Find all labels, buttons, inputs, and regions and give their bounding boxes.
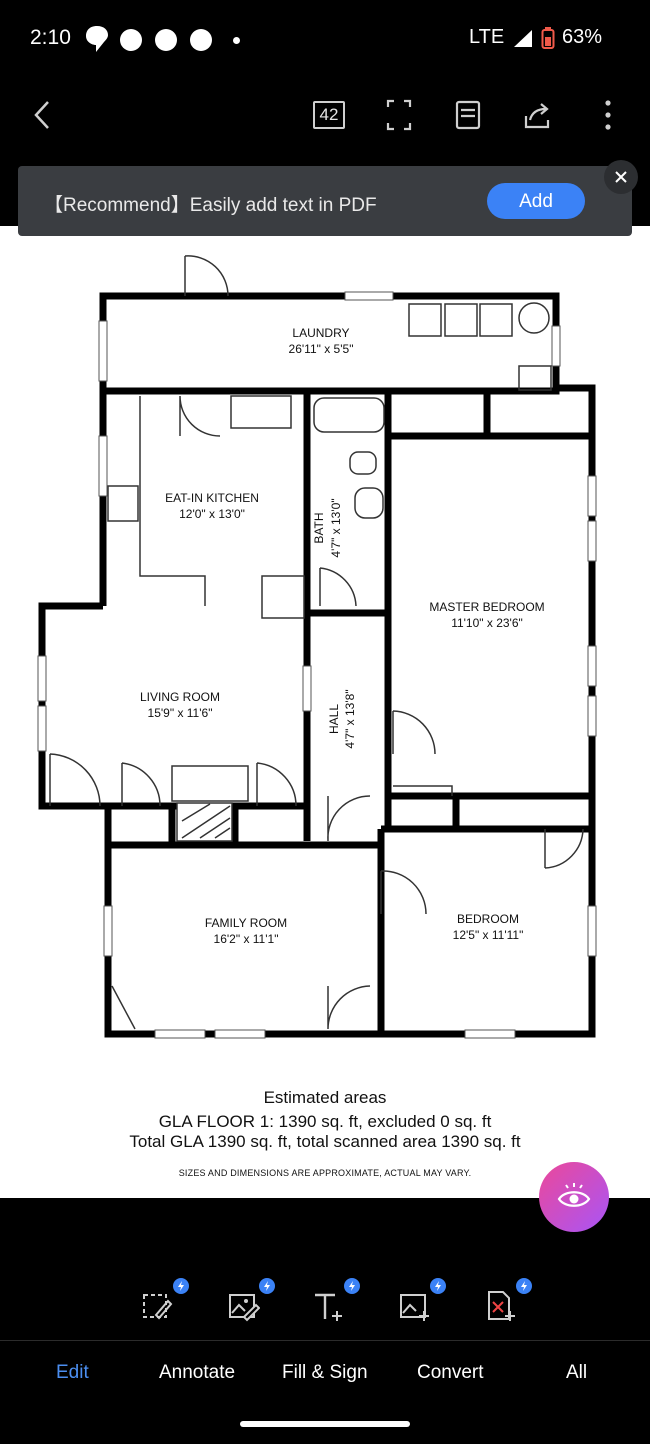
room-dims: 12'0" x 13'0" — [179, 507, 245, 521]
text-add-icon — [315, 1293, 342, 1321]
edit-image-tool[interactable] — [223, 1278, 275, 1326]
more-notifications-icon — [233, 37, 240, 44]
tab-annotate[interactable]: Annotate — [159, 1362, 235, 1384]
recommend-banner: 【Recommend】Easily add text in PDF Add — [18, 166, 632, 236]
back-button[interactable] — [22, 95, 62, 135]
room-name: BATH — [312, 512, 326, 543]
document-add-icon — [488, 1291, 515, 1321]
room-dims: 11'10" x 23'6" — [451, 616, 523, 630]
floor-plan: LAUNDRY 26'11" x 5'5" EAT-IN KITCHEN 12'… — [37, 255, 597, 1039]
add-image-tool[interactable] — [394, 1278, 446, 1326]
bolt-icon — [344, 1278, 360, 1294]
ai-assistant-button[interactable] — [539, 1162, 609, 1232]
notification-dot-icon — [120, 29, 142, 51]
room-name: HALL — [327, 704, 341, 734]
room-name: MASTER BEDROOM — [429, 600, 544, 614]
eye-sparkle-icon — [557, 1183, 591, 1207]
room-name: EAT-IN KITCHEN — [165, 491, 259, 505]
image-edit-icon — [229, 1294, 260, 1322]
room-dims: 26'11" x 5'5" — [289, 342, 354, 356]
more-vertical-icon — [605, 100, 611, 130]
room-dims: 4'7" x 13'8" — [343, 689, 357, 748]
bolt-icon — [173, 1278, 189, 1294]
document-view-icon — [455, 100, 481, 130]
tab-all[interactable]: All — [566, 1362, 587, 1384]
fit-page-button[interactable] — [379, 95, 419, 135]
page-count-label: 42 — [313, 101, 345, 129]
image-add-icon — [400, 1294, 429, 1321]
page-layout-button[interactable] — [448, 95, 488, 135]
tab-edit[interactable]: Edit — [56, 1362, 89, 1384]
bolt-icon — [430, 1278, 446, 1294]
room-dims: 12'5" x 11'11" — [453, 928, 524, 942]
room-dims: 4'7" x 13'0" — [329, 498, 343, 557]
notification-dot-icon — [155, 29, 177, 51]
pdf-page[interactable]: LAUNDRY 26'11" x 5'5" EAT-IN KITCHEN 12'… — [0, 226, 650, 1198]
room-name: BEDROOM — [457, 912, 519, 926]
signal-icon — [514, 30, 532, 47]
edit-text-tool[interactable] — [137, 1278, 189, 1326]
more-options-button[interactable] — [588, 95, 628, 135]
tab-convert[interactable]: Convert — [417, 1362, 484, 1384]
areas-line-1: GLA FLOOR 1: 1390 sq. ft, excluded 0 sq.… — [158, 1112, 492, 1131]
bolt-icon — [516, 1278, 532, 1294]
close-icon — [615, 171, 627, 183]
room-dims: 16'2" x 11'1" — [214, 932, 279, 946]
network-label: LTE — [469, 26, 505, 48]
battery-icon — [541, 27, 555, 49]
room-name: LIVING ROOM — [140, 690, 220, 704]
add-button[interactable]: Add — [487, 183, 585, 219]
bolt-icon — [259, 1278, 275, 1294]
text-box-edit-icon — [143, 1294, 173, 1320]
areas-line-2: Total GLA 1390 sq. ft, total scanned are… — [129, 1132, 521, 1151]
status-time: 2:10 — [30, 26, 71, 49]
bottom-divider — [0, 1340, 650, 1341]
notification-dot-icon — [190, 29, 212, 51]
areas-heading: Estimated areas — [263, 1088, 387, 1107]
close-banner-button[interactable] — [604, 160, 638, 194]
battery-level: 63% — [562, 26, 603, 48]
room-dims: 15'9" x 11'6" — [148, 706, 213, 720]
share-button[interactable] — [518, 95, 558, 135]
tab-fill-sign[interactable]: Fill & Sign — [282, 1362, 368, 1384]
chevron-left-icon — [34, 101, 49, 129]
page-count-button[interactable]: 42 — [309, 95, 349, 135]
banner-text: 【Recommend】Easily add text in PDF — [44, 195, 377, 216]
room-name: LAUNDRY — [292, 326, 349, 340]
watermark-tool[interactable] — [480, 1278, 532, 1326]
share-icon — [524, 103, 550, 129]
add-text-tool[interactable] — [308, 1278, 360, 1326]
room-name: FAMILY ROOM — [205, 916, 287, 930]
notification-icon — [86, 26, 108, 52]
fullscreen-icon — [386, 99, 412, 131]
home-indicator[interactable] — [240, 1421, 410, 1427]
